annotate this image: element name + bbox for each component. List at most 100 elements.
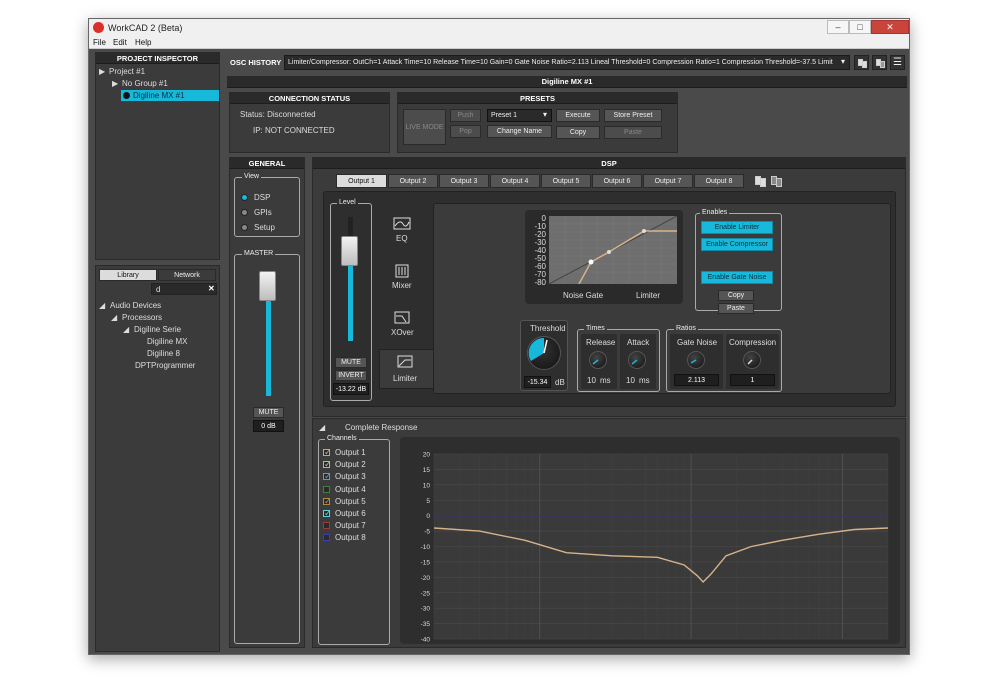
enables-copy-button[interactable]: Copy (718, 290, 754, 301)
master-slider-handle[interactable] (259, 271, 276, 301)
channel-item[interactable]: Output 8 (323, 532, 389, 543)
copy-icon[interactable] (854, 55, 869, 70)
expand-arrow-icon[interactable]: ▶ (99, 67, 105, 76)
tab-output-5[interactable]: Output 5 (541, 174, 591, 188)
tree-digiline-8[interactable]: Digiline 8 (147, 349, 180, 358)
attack-knob[interactable] (628, 351, 646, 369)
channel-checkbox[interactable] (323, 471, 332, 482)
enable-limiter-button[interactable]: Enable Limiter (701, 221, 773, 234)
channel-item[interactable]: Output 4 (323, 484, 389, 495)
response-chart[interactable]: 20151050-5-10-15-20-25-30-35-401001 0001… (400, 437, 900, 651)
close-button[interactable]: ✕ (871, 20, 909, 34)
change-name-button[interactable]: Change Name (487, 125, 552, 138)
execute-button[interactable]: Execute (556, 109, 600, 122)
push-button[interactable]: Push (450, 109, 481, 122)
tree-digiline-mx[interactable]: Digiline MX (147, 337, 187, 346)
osc-history-select[interactable]: Limiter/Compressor: OutCh=1 Attack Time=… (284, 55, 850, 70)
level-mute-button[interactable]: MUTE (335, 357, 367, 368)
limiter-module-selected[interactable]: Limiter (379, 349, 434, 389)
view-gpis-label[interactable]: GPIs (254, 208, 272, 217)
channel-checkbox[interactable] (323, 496, 332, 507)
view-dsp-radio[interactable] (241, 194, 248, 201)
attack-value[interactable]: 10 (626, 376, 635, 385)
invert-button[interactable]: INVERT (335, 370, 367, 381)
eq-icon[interactable] (392, 217, 412, 231)
preset-paste-button[interactable]: Paste (604, 126, 662, 139)
tab-output-2[interactable]: Output 2 (388, 174, 438, 188)
paste-icon[interactable] (872, 55, 887, 70)
tree-device-selected[interactable]: Digiline MX #1 (121, 90, 219, 101)
release-knob[interactable] (589, 351, 607, 369)
clear-search-icon[interactable]: ✕ (208, 284, 215, 293)
tree-digiline-serie[interactable]: Digiline Serie (134, 325, 181, 334)
expand-arrow-icon[interactable]: ◢ (99, 301, 105, 310)
enable-gate-noise-button[interactable]: Enable Gate Noise (701, 271, 773, 284)
copy-channel-icon[interactable] (755, 176, 767, 188)
preset-copy-button[interactable]: Copy (556, 126, 600, 139)
tab-network[interactable]: Network (158, 269, 216, 281)
xover-label[interactable]: XOver (391, 328, 414, 337)
view-dsp-label[interactable]: DSP (254, 193, 270, 202)
preset-select[interactable]: Preset 1 ▾ (487, 109, 552, 122)
channel-item[interactable]: Output 3 (323, 471, 389, 482)
tab-output-3[interactable]: Output 3 (439, 174, 489, 188)
gate-noise-value[interactable]: 2.113 (674, 374, 719, 386)
eq-label[interactable]: EQ (396, 234, 408, 243)
compression-value[interactable]: 1 (730, 374, 775, 386)
tab-library[interactable]: Library (99, 269, 157, 281)
tree-processors[interactable]: Processors (122, 313, 162, 322)
tab-output-4[interactable]: Output 4 (490, 174, 540, 188)
expand-arrow-icon[interactable]: ◢ (123, 325, 129, 334)
store-preset-button[interactable]: Store Preset (604, 109, 662, 122)
channel-checkbox[interactable] (323, 459, 332, 470)
view-setup-label[interactable]: Setup (254, 223, 275, 232)
maximize-button[interactable]: □ (849, 20, 871, 34)
expand-arrow-icon[interactable]: ▶ (112, 79, 118, 88)
library-search-input[interactable]: d ✕ (151, 283, 217, 295)
master-mute-button[interactable]: MUTE (253, 407, 284, 418)
chevron-down-icon[interactable]: ▾ (838, 57, 846, 66)
view-setup-radio[interactable] (241, 224, 248, 231)
gate-noise-knob[interactable] (687, 351, 705, 369)
tab-output-6[interactable]: Output 6 (592, 174, 642, 188)
threshold-knob[interactable] (527, 336, 561, 370)
channel-item[interactable]: Output 1 (323, 447, 389, 458)
threshold-value[interactable]: -15.34 (524, 376, 551, 388)
view-gpis-radio[interactable] (241, 209, 248, 216)
mixer-label[interactable]: Mixer (392, 281, 412, 290)
channel-item[interactable]: Output 7 (323, 520, 389, 531)
channel-checkbox[interactable] (323, 508, 332, 519)
menu-file[interactable]: File (93, 38, 106, 47)
mixer-icon[interactable] (392, 264, 412, 278)
tree-group[interactable]: No Group #1 (122, 79, 168, 88)
tab-output-7[interactable]: Output 7 (643, 174, 693, 188)
xover-icon[interactable] (392, 311, 412, 325)
menu-help[interactable]: Help (135, 38, 151, 47)
menu-icon[interactable]: ☰ (890, 55, 905, 70)
tab-output-1[interactable]: Output 1 (336, 174, 387, 188)
transfer-chart[interactable]: 0 -10 -20 -30 -40 -50 -60 -70 -80 Noise … (525, 210, 683, 304)
live-mode-button[interactable]: LIVE MODE (403, 109, 446, 145)
expand-arrow-icon[interactable]: ◢ (111, 313, 117, 322)
tree-dptprogrammer[interactable]: DPTProgrammer (135, 361, 195, 370)
enable-compressor-button[interactable]: Enable Compressor (701, 238, 773, 251)
pop-button[interactable]: Pop (450, 125, 481, 138)
level-slider-handle[interactable] (341, 236, 358, 266)
tab-output-8[interactable]: Output 8 (694, 174, 744, 188)
tree-project[interactable]: Project #1 (109, 67, 145, 76)
menu-edit[interactable]: Edit (113, 38, 127, 47)
enables-paste-button[interactable]: Paste (718, 303, 754, 314)
paste-channel-icon[interactable] (771, 176, 783, 188)
channel-item[interactable]: Output 2 (323, 459, 389, 470)
tree-audio-devices[interactable]: Audio Devices (110, 301, 161, 310)
channel-checkbox[interactable] (323, 534, 330, 542)
channel-item[interactable]: Output 5 (323, 496, 389, 507)
minimize-button[interactable]: – (827, 20, 849, 34)
channel-item[interactable]: Output 6 (323, 508, 389, 519)
channel-checkbox[interactable] (323, 522, 330, 530)
channel-checkbox[interactable] (323, 485, 330, 493)
collapse-arrow-icon[interactable]: ◢ (319, 423, 325, 432)
release-value[interactable]: 10 (587, 376, 596, 385)
channel-checkbox[interactable] (323, 447, 332, 458)
compression-knob[interactable] (743, 351, 761, 369)
